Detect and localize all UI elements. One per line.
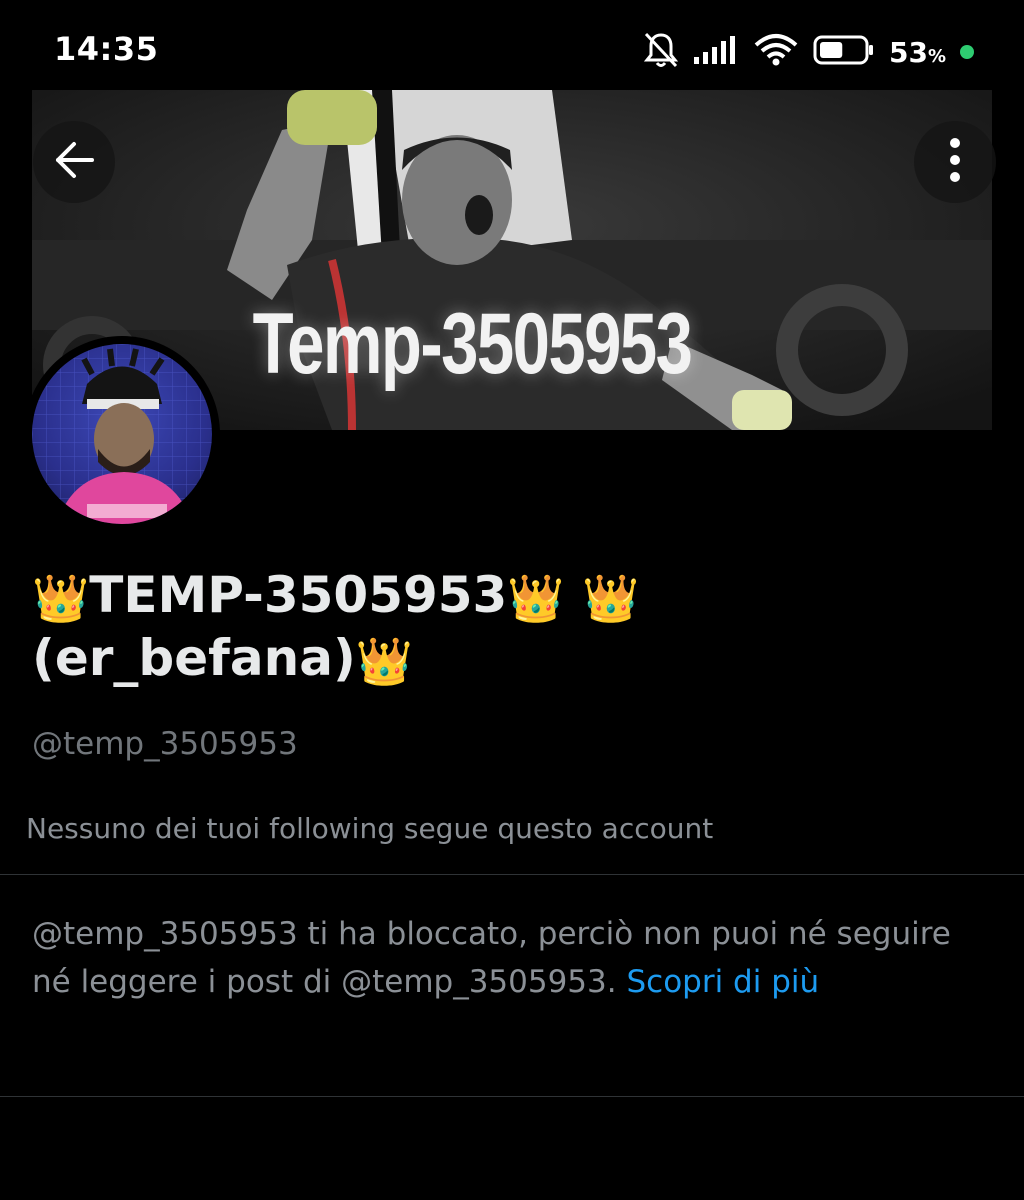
battery-percent: 53% (888, 35, 946, 69)
crown-emoji: 👑 (32, 571, 90, 625)
display-name: 👑TEMP-3505953👑 👑 (er_befana)👑 (32, 565, 772, 691)
crown-emoji: 👑 (582, 571, 640, 625)
avatar-photo (32, 344, 212, 524)
charging-dot-icon (960, 45, 974, 59)
crown-emoji: 👑 (355, 634, 414, 688)
learn-more-link[interactable]: Scopri di più (626, 964, 819, 1000)
signal-icon (693, 35, 739, 69)
bell-off-icon (643, 31, 679, 73)
status-icons: 53% (643, 30, 974, 74)
display-name-sub: (er_befana) (32, 629, 356, 687)
display-name-main: TEMP-3505953 (89, 566, 508, 624)
banner-overlay-text: Temp-3505953 (252, 296, 693, 392)
crown-emoji: 👑 (507, 571, 565, 625)
blocked-notice: @temp_3505953 ti ha bloccato, perciò non… (32, 910, 972, 1006)
profile-page: 14:35 53% Temp-3505953 👑TEMP-3505953👑 👑 … (0, 0, 1024, 1200)
user-handle: @temp_3505953 (32, 726, 298, 762)
status-bar: 14:35 53% (0, 0, 1024, 90)
more-options-button[interactable] (914, 121, 996, 203)
arrow-left-icon (52, 140, 96, 184)
back-button[interactable] (33, 121, 115, 203)
more-vertical-icon (948, 137, 962, 187)
status-time: 14:35 (54, 30, 159, 68)
battery-icon (813, 34, 875, 70)
wifi-icon (753, 33, 799, 71)
followers-you-know: Nessuno dei tuoi following segue questo … (26, 812, 714, 845)
divider (0, 1096, 1024, 1097)
profile-avatar[interactable] (24, 336, 220, 532)
divider (0, 874, 1024, 875)
